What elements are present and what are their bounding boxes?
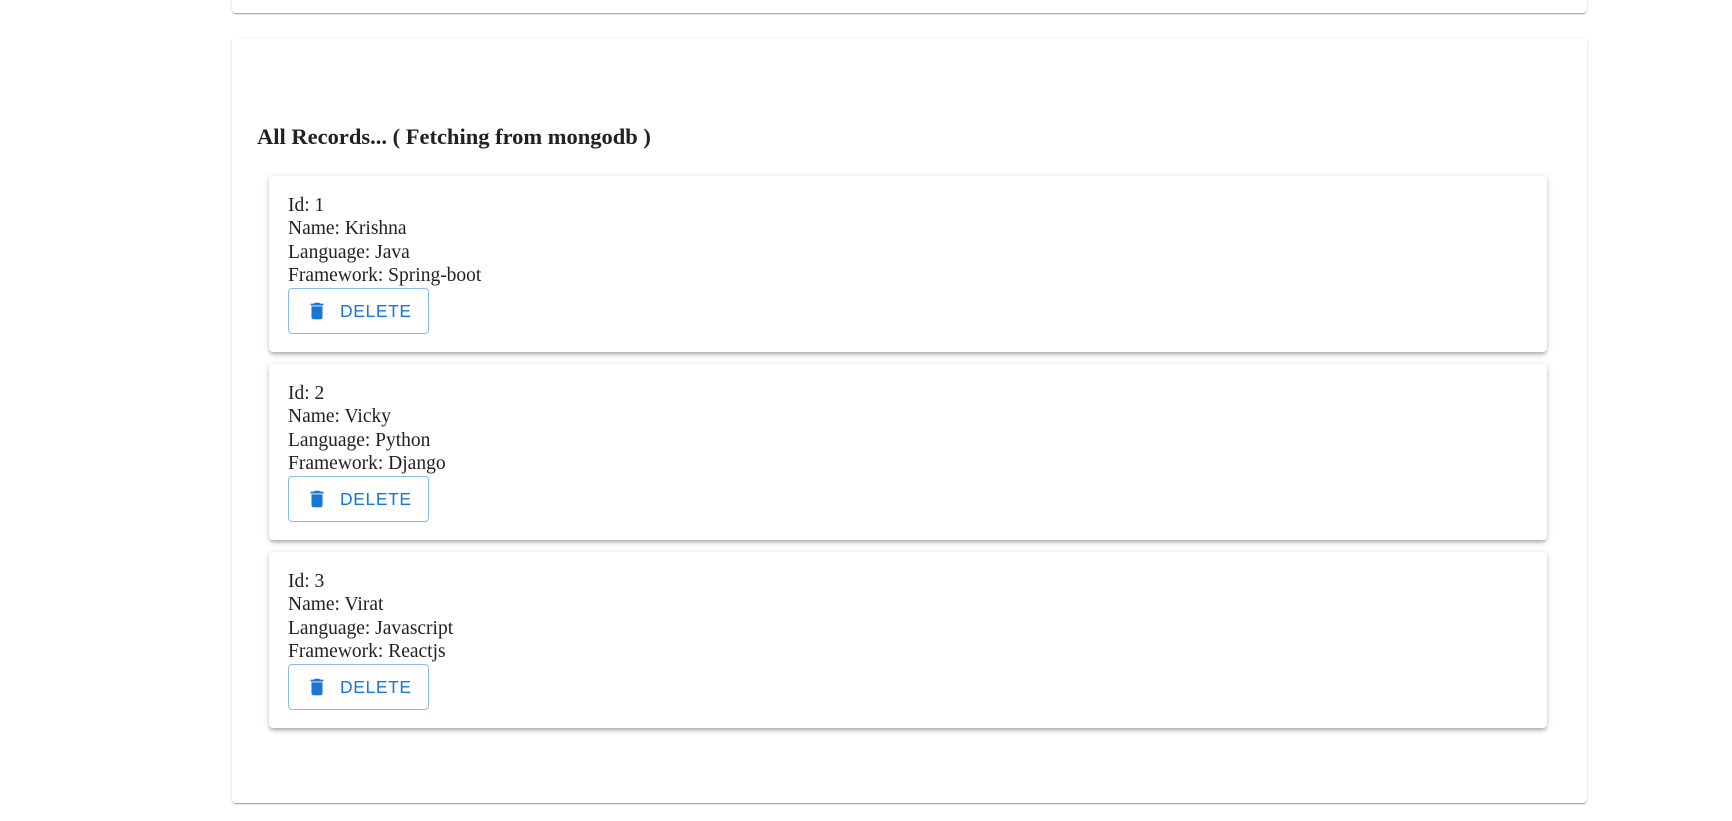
records-section-title: All Records... ( Fetching from mongodb ): [257, 124, 651, 149]
record-language: Language: Javascript: [288, 617, 454, 639]
record-framework: Framework: Django: [288, 452, 446, 474]
delete-button[interactable]: DELETE: [288, 476, 429, 523]
delete-button-label: DELETE: [340, 488, 412, 509]
record-framework: Framework: Reactjs: [288, 640, 446, 662]
record-name: Name: Vicky: [288, 406, 391, 428]
trash-icon: [306, 300, 328, 322]
records-panel: All Records... ( Fetching from mongodb )…: [232, 38, 1587, 803]
delete-button-label: DELETE: [340, 300, 412, 321]
record-language: Language: Java: [288, 241, 410, 263]
record-card: Id: 2 Name: Vicky Language: Python Frame…: [269, 364, 1547, 540]
record-framework: Framework: Spring-boot: [288, 264, 482, 286]
delete-button[interactable]: DELETE: [288, 664, 429, 711]
delete-button[interactable]: DELETE: [288, 288, 429, 335]
record-name: Name: Krishna: [288, 218, 407, 240]
record-card: Id: 3 Name: Virat Language: Javascript F…: [269, 552, 1547, 728]
trash-icon: [306, 676, 328, 698]
record-id: Id: 3: [288, 571, 325, 592]
record-card: Id: 1 Name: Krishna Language: Java Frame…: [269, 176, 1547, 352]
record-language: Language: Python: [288, 429, 431, 451]
record-id: Id: 1: [288, 195, 325, 216]
trash-icon: [306, 488, 328, 510]
top-form-card: [232, 0, 1587, 13]
record-id: Id: 2: [288, 383, 325, 404]
delete-button-label: DELETE: [340, 676, 412, 697]
record-name: Name: Virat: [288, 594, 384, 616]
